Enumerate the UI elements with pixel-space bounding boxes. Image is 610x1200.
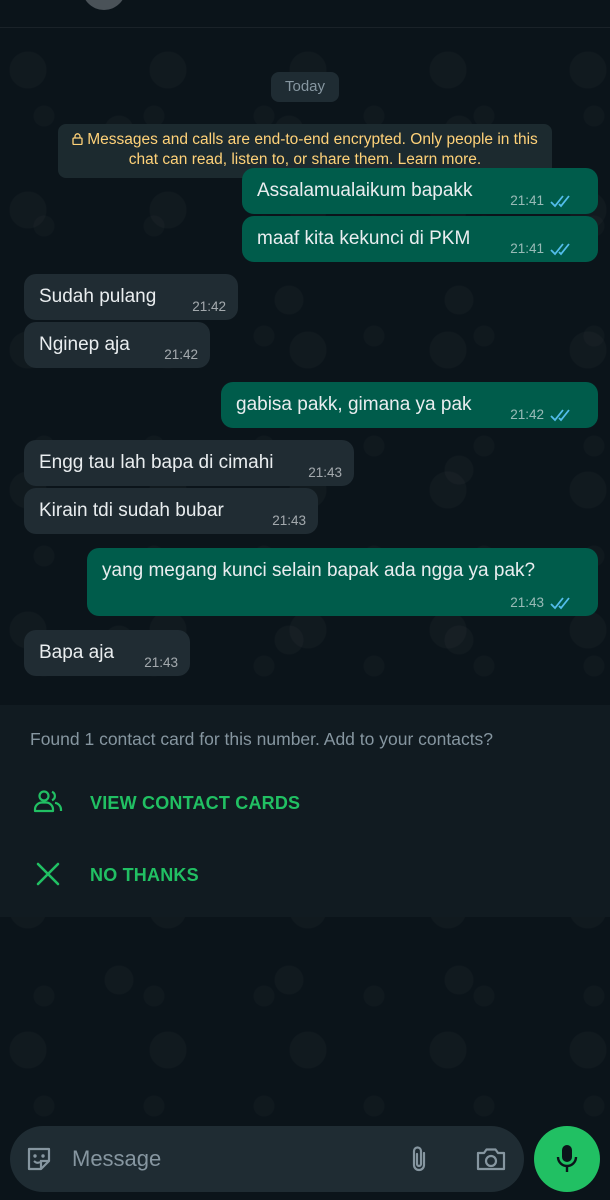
message-bubble-incoming[interactable]: Nginep aja 21:42	[24, 322, 210, 368]
double-check-icon	[550, 243, 570, 256]
encryption-text: Messages and calls are end-to-end encryp…	[87, 131, 538, 168]
contacts-icon	[33, 790, 63, 813]
message-bubble-outgoing[interactable]: Assalamualaikum bapakk 21:41	[242, 168, 598, 214]
message-time: 21:41	[510, 241, 544, 256]
message-text: Kirain tdi sudah bubar	[39, 500, 224, 521]
double-check-icon	[550, 195, 570, 208]
top-bar	[0, 0, 610, 28]
message-time: 21:43	[510, 595, 544, 610]
message-bubble-incoming[interactable]: Sudah pulang 21:42	[24, 274, 238, 320]
message-text: Nginep aja	[39, 334, 130, 355]
message-time: 21:42	[192, 299, 226, 314]
message-time: 21:43	[272, 513, 306, 528]
message-time: 21:42	[510, 407, 544, 422]
chat-area[interactable]: Today Messages and calls are end-to-end …	[0, 28, 610, 1120]
message-text: maaf kita kekunci di PKM	[257, 228, 471, 249]
close-icon	[36, 862, 60, 886]
add-contact-prompt: Found 1 contact card for this number. Ad…	[0, 705, 610, 917]
message-time: 21:41	[510, 193, 544, 208]
message-bubble-incoming[interactable]: Engg tau lah bapa di cimahi 21:43	[24, 440, 354, 486]
message-time: 21:42	[164, 347, 198, 362]
message-composer: Message	[0, 1120, 610, 1200]
mic-button[interactable]	[534, 1126, 600, 1192]
message-text: Assalamualaikum bapakk	[257, 180, 473, 201]
message-text: yang megang kunci selain bapak ada ngga …	[102, 560, 536, 581]
attach-icon[interactable]	[404, 1144, 434, 1174]
double-check-icon	[550, 409, 570, 422]
message-bubble-outgoing[interactable]: gabisa pakk, gimana ya pak 21:42	[221, 382, 598, 428]
message-bubble-outgoing[interactable]: yang megang kunci selain bapak ada ngga …	[87, 548, 598, 616]
message-text: Engg tau lah bapa di cimahi	[39, 452, 274, 473]
message-text: Bapa aja	[39, 642, 115, 663]
message-time: 21:43	[144, 655, 178, 670]
no-thanks-label: NO THANKS	[90, 865, 199, 885]
message-bubble-incoming[interactable]: Bapa aja 21:43	[24, 630, 190, 676]
camera-icon[interactable]	[475, 1144, 507, 1174]
mic-icon	[556, 1145, 578, 1172]
message-text: Sudah pulang	[39, 286, 157, 307]
message-input[interactable]: Message	[10, 1126, 524, 1192]
emoji-icon[interactable]	[24, 1144, 54, 1174]
avatar[interactable]	[82, 0, 126, 10]
message-time: 21:43	[308, 465, 342, 480]
contact-prompt-message: Found 1 contact card for this number. Ad…	[30, 729, 494, 749]
message-placeholder: Message	[72, 1146, 162, 1171]
lock-icon	[72, 133, 83, 145]
view-contact-cards-label: VIEW CONTACT CARDS	[90, 793, 301, 813]
message-bubble-incoming[interactable]: Kirain tdi sudah bubar 21:43	[24, 488, 318, 534]
no-thanks-button[interactable]: NO THANKS	[0, 845, 610, 905]
double-check-icon	[550, 597, 570, 610]
date-chip: Today	[271, 72, 339, 102]
message-text: gabisa pakk, gimana ya pak	[236, 394, 472, 415]
message-bubble-outgoing[interactable]: maaf kita kekunci di PKM 21:41	[242, 216, 598, 262]
view-contact-cards-button[interactable]: VIEW CONTACT CARDS	[0, 773, 610, 833]
